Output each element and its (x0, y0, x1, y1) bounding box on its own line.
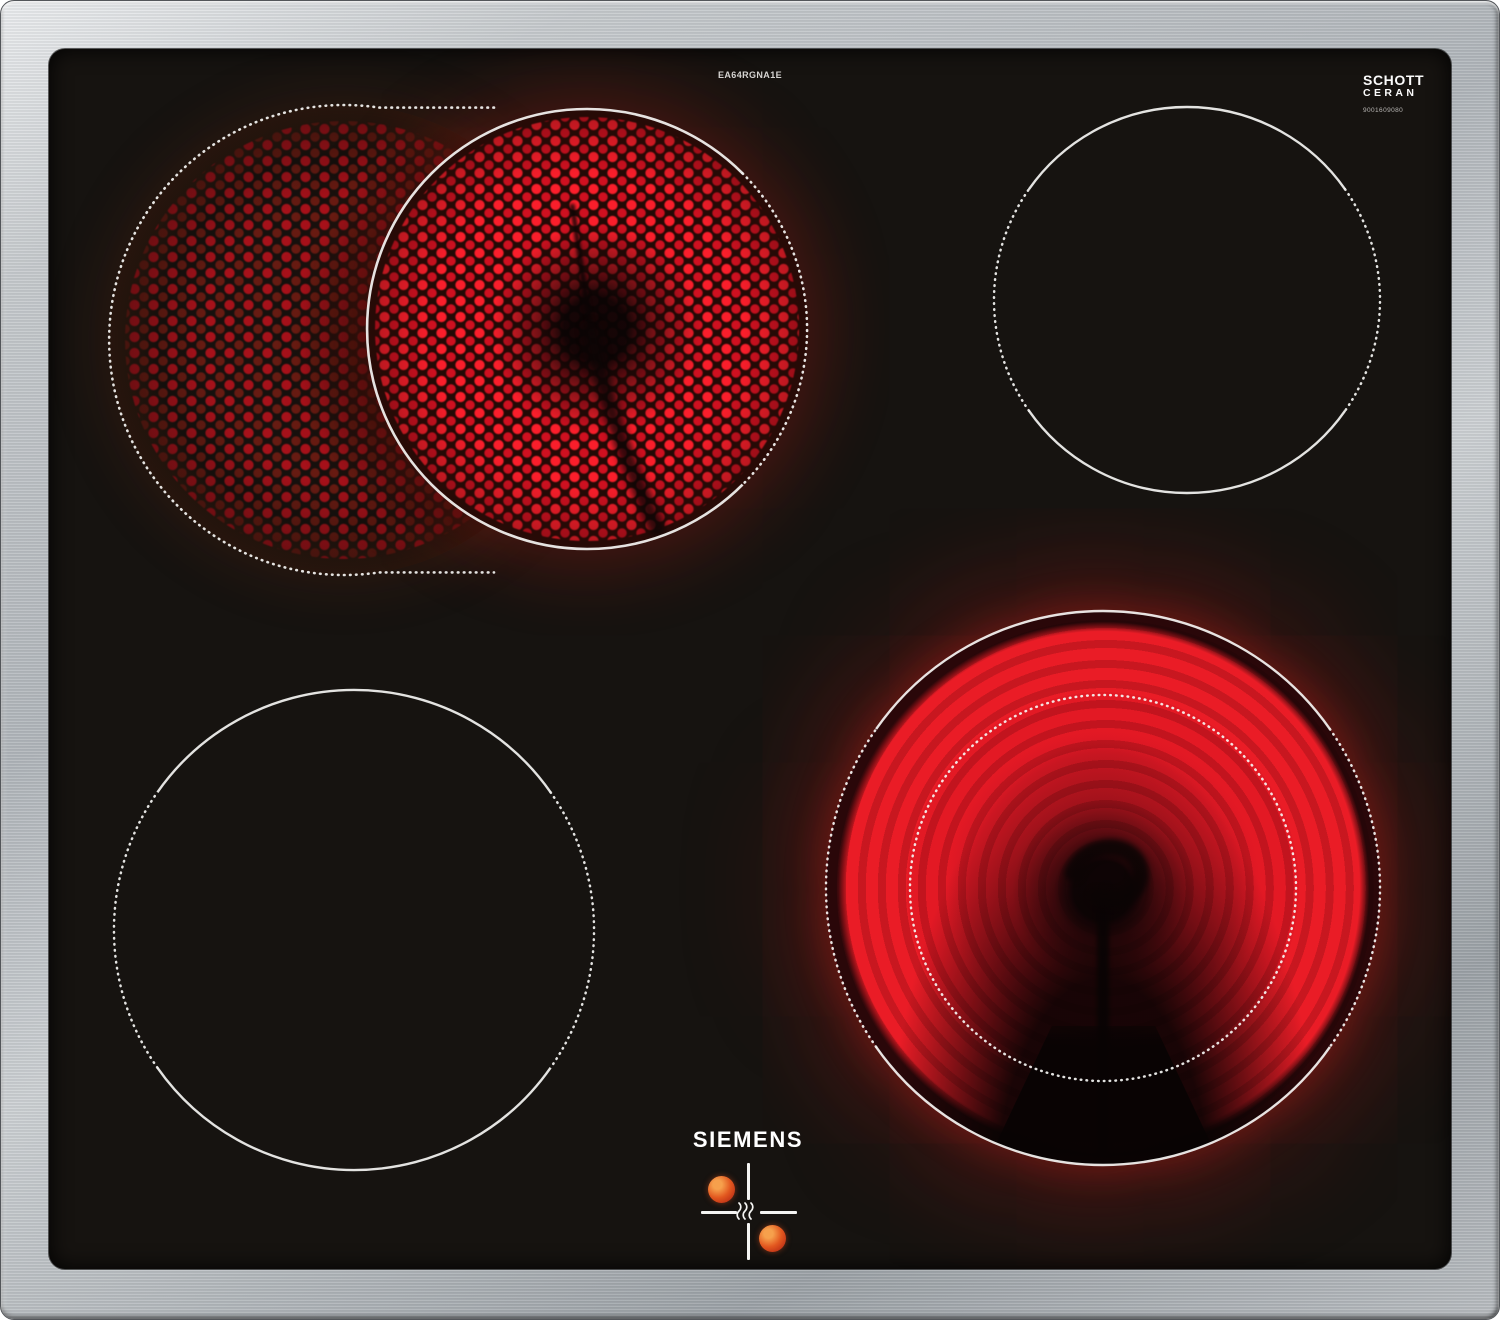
front-right-outline-dotted-left (824, 727, 878, 1049)
front-left-outline-dotted-right (549, 791, 596, 1069)
front-left-outline-solid-top (156, 688, 552, 793)
front-right-inner-dotted-circle (908, 693, 1298, 1083)
cross-right-line (760, 1210, 797, 1214)
rear-right-outline-solid-bottom (1027, 410, 1347, 495)
cross-top-line (746, 1163, 750, 1200)
rear-left-dotted-outline (107, 103, 496, 577)
front-right-outline-solid-top (875, 609, 1331, 730)
cross-left-line (701, 1210, 737, 1214)
rear-right-outline-dotted-left (992, 188, 1031, 412)
ceran-logo-text: CERAN (1363, 87, 1418, 99)
indicator-area (679, 1149, 819, 1269)
schott-logo-text: SCHOTT (1363, 72, 1425, 88)
rear-right-outline-solid-top (1027, 105, 1347, 190)
model-code-print: EA64RGNA1E (717, 70, 783, 80)
ceramic-cooktop: EA64RGNA1E SCHOTT CERAN 9001609080 SIEME… (0, 0, 1500, 1320)
rear-left-main-ring-dotted (741, 172, 809, 486)
front-left-outline-dotted-left (112, 791, 159, 1069)
schott-ceran-logo: SCHOTT CERAN 9001609080 (1363, 73, 1451, 114)
glass-ceramic-surface: EA64RGNA1E SCHOTT CERAN 9001609080 SIEME… (49, 49, 1451, 1269)
rear-right-outline-dotted-right (1343, 188, 1382, 412)
hot-indicator-dot-left (708, 1176, 735, 1203)
glass-serial-number: 9001609080 (1363, 106, 1404, 114)
hot-indicator-dot-right (759, 1225, 786, 1252)
front-left-outline-solid-bottom (156, 1067, 552, 1172)
residual-heat-icon (736, 1202, 754, 1220)
front-right-outline-solid-bottom (875, 1046, 1331, 1167)
cross-bottom-line (746, 1223, 750, 1260)
zone-outline-markings (107, 103, 1382, 1172)
rear-left-main-ring-solid (365, 107, 744, 551)
front-right-outline-dotted-right (1328, 727, 1382, 1049)
